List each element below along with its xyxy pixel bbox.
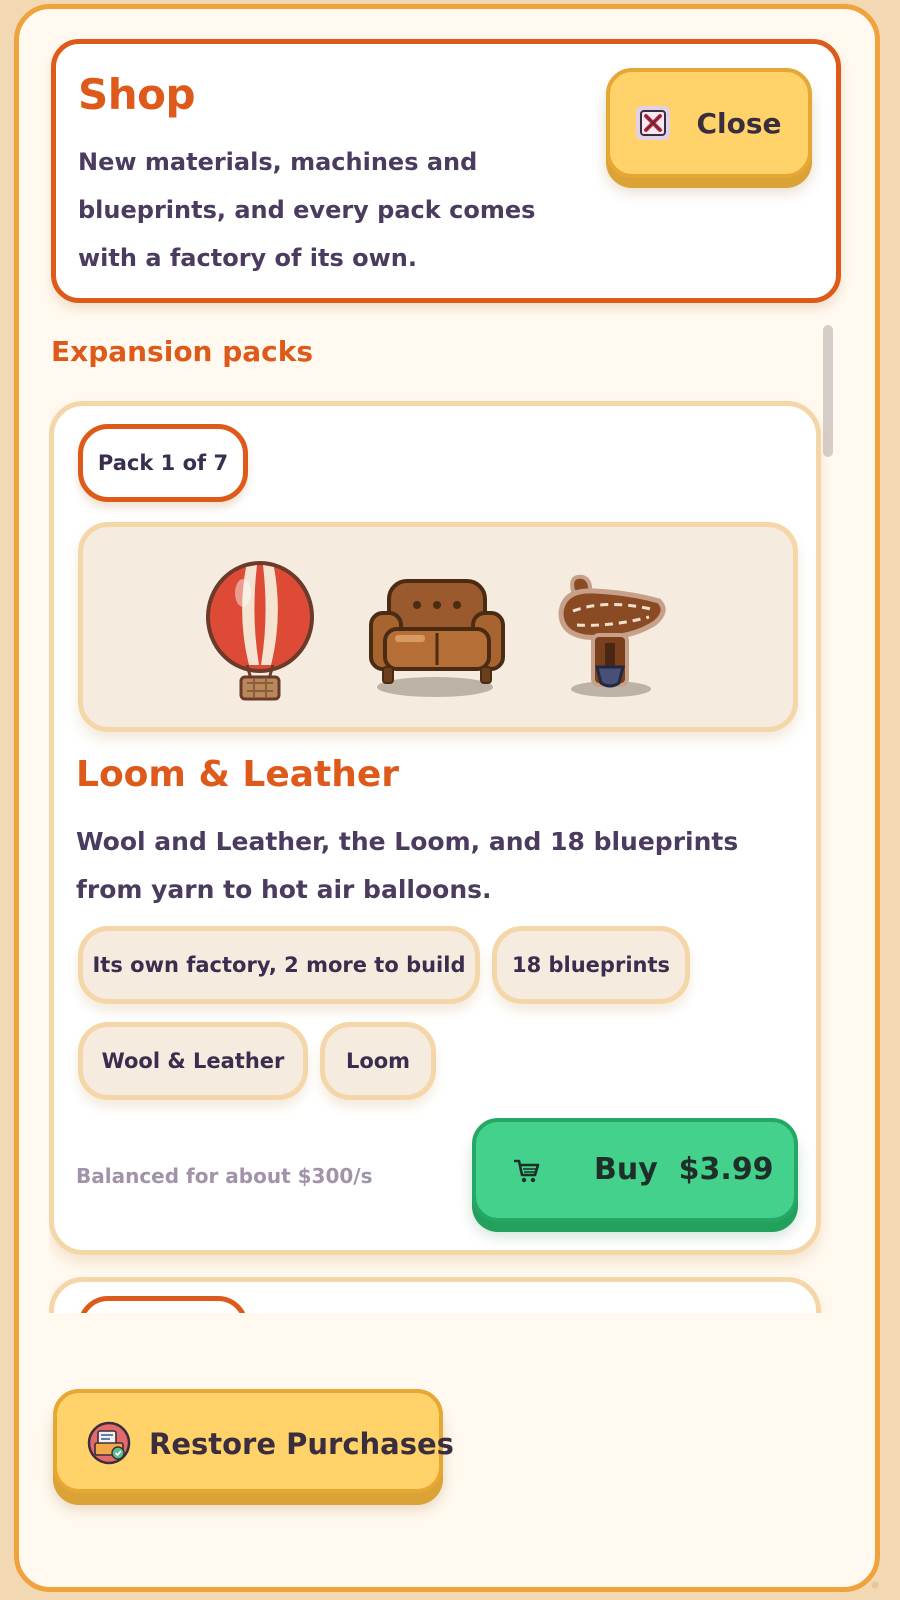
pack-card: Pack 1 of 7 Loom & Leather Wool and Leat… — [49, 401, 821, 1255]
shop-description: New materials, machines and blueprints, … — [78, 148, 536, 272]
pack-badge: Pack 1 of 7 — [78, 424, 248, 502]
shop-panel: Shop New materials, machines and bluepri… — [14, 4, 880, 1592]
hot-air-balloon-icon — [206, 561, 314, 701]
buy-button-label: Buy $3.99 — [594, 1152, 774, 1187]
pack-preview — [78, 522, 798, 732]
pack-card — [49, 1277, 821, 1313]
balance-note: Balanced for about $300/s — [76, 1164, 373, 1188]
tag-materials: Wool & Leather — [78, 1022, 308, 1100]
pack-badge — [78, 1296, 248, 1313]
page-title: Shop — [78, 70, 196, 119]
tag-machine: Loom — [320, 1022, 436, 1100]
tag-factory: Its own factory, 2 more to build — [78, 926, 480, 1004]
pack-name: Loom & Leather — [76, 754, 400, 795]
section-title: Expansion packs — [51, 335, 314, 368]
restore-purchases-label: Restore Purchases — [149, 1427, 454, 1461]
buy-button[interactable]: Buy $3.99 — [472, 1118, 798, 1222]
close-button-label: Close — [696, 106, 782, 140]
tag-blueprints: 18 blueprints — [492, 926, 690, 1004]
packs-list[interactable]: Pack 1 of 7 Loom & Leather Wool and Leat… — [49, 389, 837, 1313]
close-button[interactable]: Close — [606, 68, 812, 178]
cart-icon — [514, 1159, 540, 1183]
pack-description: Wool and Leather, the Loom, and 18 bluep… — [76, 827, 739, 904]
saddle-icon — [558, 574, 666, 697]
close-icon — [636, 106, 671, 140]
leather-sofa-icon — [369, 579, 505, 697]
shop-header: Shop New materials, machines and bluepri… — [51, 39, 841, 303]
restore-purchases-button[interactable]: Restore Purchases — [53, 1389, 454, 1493]
receipt-icon — [87, 1421, 131, 1465]
